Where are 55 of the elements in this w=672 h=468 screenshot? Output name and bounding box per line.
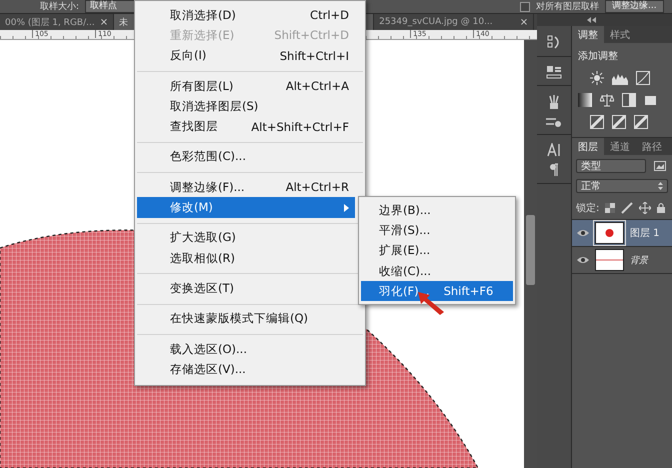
menu-item[interactable]: 在快速蒙版模式下编辑(Q) bbox=[137, 308, 355, 329]
brush-presets-icon bbox=[546, 116, 562, 128]
menu-item[interactable]: 所有图层(L) Alt+Ctrl+A bbox=[137, 76, 355, 96]
refine-edge-button[interactable]: 调整边缘... bbox=[605, 0, 664, 13]
balance-scale-icon bbox=[600, 93, 614, 107]
panel-tab[interactable]: 调整 bbox=[572, 26, 604, 43]
scrollbar-thumb[interactable] bbox=[526, 215, 535, 285]
panel-heading: 添加调整 bbox=[577, 50, 619, 64]
blend-mode-dropdown[interactable]: 正常 bbox=[576, 179, 668, 193]
menu-item[interactable]: 变换选区(T) bbox=[137, 278, 355, 299]
panel-tab[interactable]: 样式 bbox=[604, 26, 636, 43]
dropdown-arrow-icon bbox=[658, 182, 663, 190]
checkbox-label: 对所有图层取样 bbox=[536, 0, 600, 12]
history-icon bbox=[547, 34, 561, 50]
menu-item[interactable]: 扩展(E)... bbox=[361, 240, 513, 261]
layer-row[interactable]: 背景 bbox=[572, 247, 672, 274]
move-icon bbox=[639, 202, 652, 214]
gradient-icon bbox=[578, 93, 592, 107]
character-icon bbox=[547, 143, 561, 157]
menu-item[interactable]: 收缩(C)... bbox=[361, 260, 513, 282]
properties-icon bbox=[546, 65, 562, 79]
checkerboard-icon bbox=[605, 203, 616, 213]
menu-item[interactable]: 载入选区(O)... bbox=[137, 338, 355, 360]
sun-icon bbox=[590, 71, 604, 85]
layer-row[interactable]: 图层 1 bbox=[572, 220, 672, 247]
menu-item[interactable]: 调整边缘(F)... Alt+Ctrl+R bbox=[137, 177, 355, 198]
curve-icon bbox=[636, 71, 650, 85]
diagonal-square-icon bbox=[590, 115, 604, 129]
lock-icon bbox=[657, 203, 666, 213]
layer-filter-dropdown[interactable]: 类型 bbox=[576, 159, 646, 173]
panel-tab[interactable]: 路径 bbox=[636, 138, 668, 155]
collapse-icon bbox=[587, 17, 596, 23]
menu-item[interactable]: 查找图层 Alt+Shift+Ctrl+F bbox=[137, 116, 355, 137]
menu-item[interactable]: 边界(B)... bbox=[361, 200, 513, 220]
dot-drawing bbox=[606, 229, 614, 237]
lock-label: 锁定: bbox=[576, 202, 600, 215]
menu-item[interactable]: 扩大选取(G) bbox=[137, 228, 355, 248]
paragraph-icon bbox=[549, 163, 559, 177]
panel-tab[interactable]: 图层 bbox=[572, 138, 604, 155]
brush-icon bbox=[621, 202, 634, 214]
brushes-icon bbox=[548, 94, 560, 110]
sample-size-label: 取样大小: bbox=[40, 0, 80, 12]
checkbox[interactable] bbox=[520, 2, 530, 12]
menu-item[interactable]: 反向(I) Shift+Ctrl+I bbox=[137, 46, 355, 66]
menu-item[interactable]: 平滑(S)... bbox=[361, 220, 513, 241]
menu-item[interactable]: 取消选择图层(S) bbox=[137, 96, 355, 116]
panel-tab[interactable]: 通道 bbox=[604, 138, 636, 155]
menu-item[interactable]: 色彩范围(C)... bbox=[137, 146, 355, 168]
half-square-icon bbox=[622, 93, 636, 107]
menu-item[interactable]: 修改(M) bbox=[137, 197, 355, 218]
menu-item[interactable]: 存储选区(V)... bbox=[137, 359, 355, 380]
menu-item[interactable]: 选取相似(R) bbox=[137, 248, 355, 268]
diagonal-square-icon bbox=[612, 115, 626, 129]
diagonal-square-icon bbox=[634, 115, 648, 129]
image-icon bbox=[654, 161, 666, 171]
